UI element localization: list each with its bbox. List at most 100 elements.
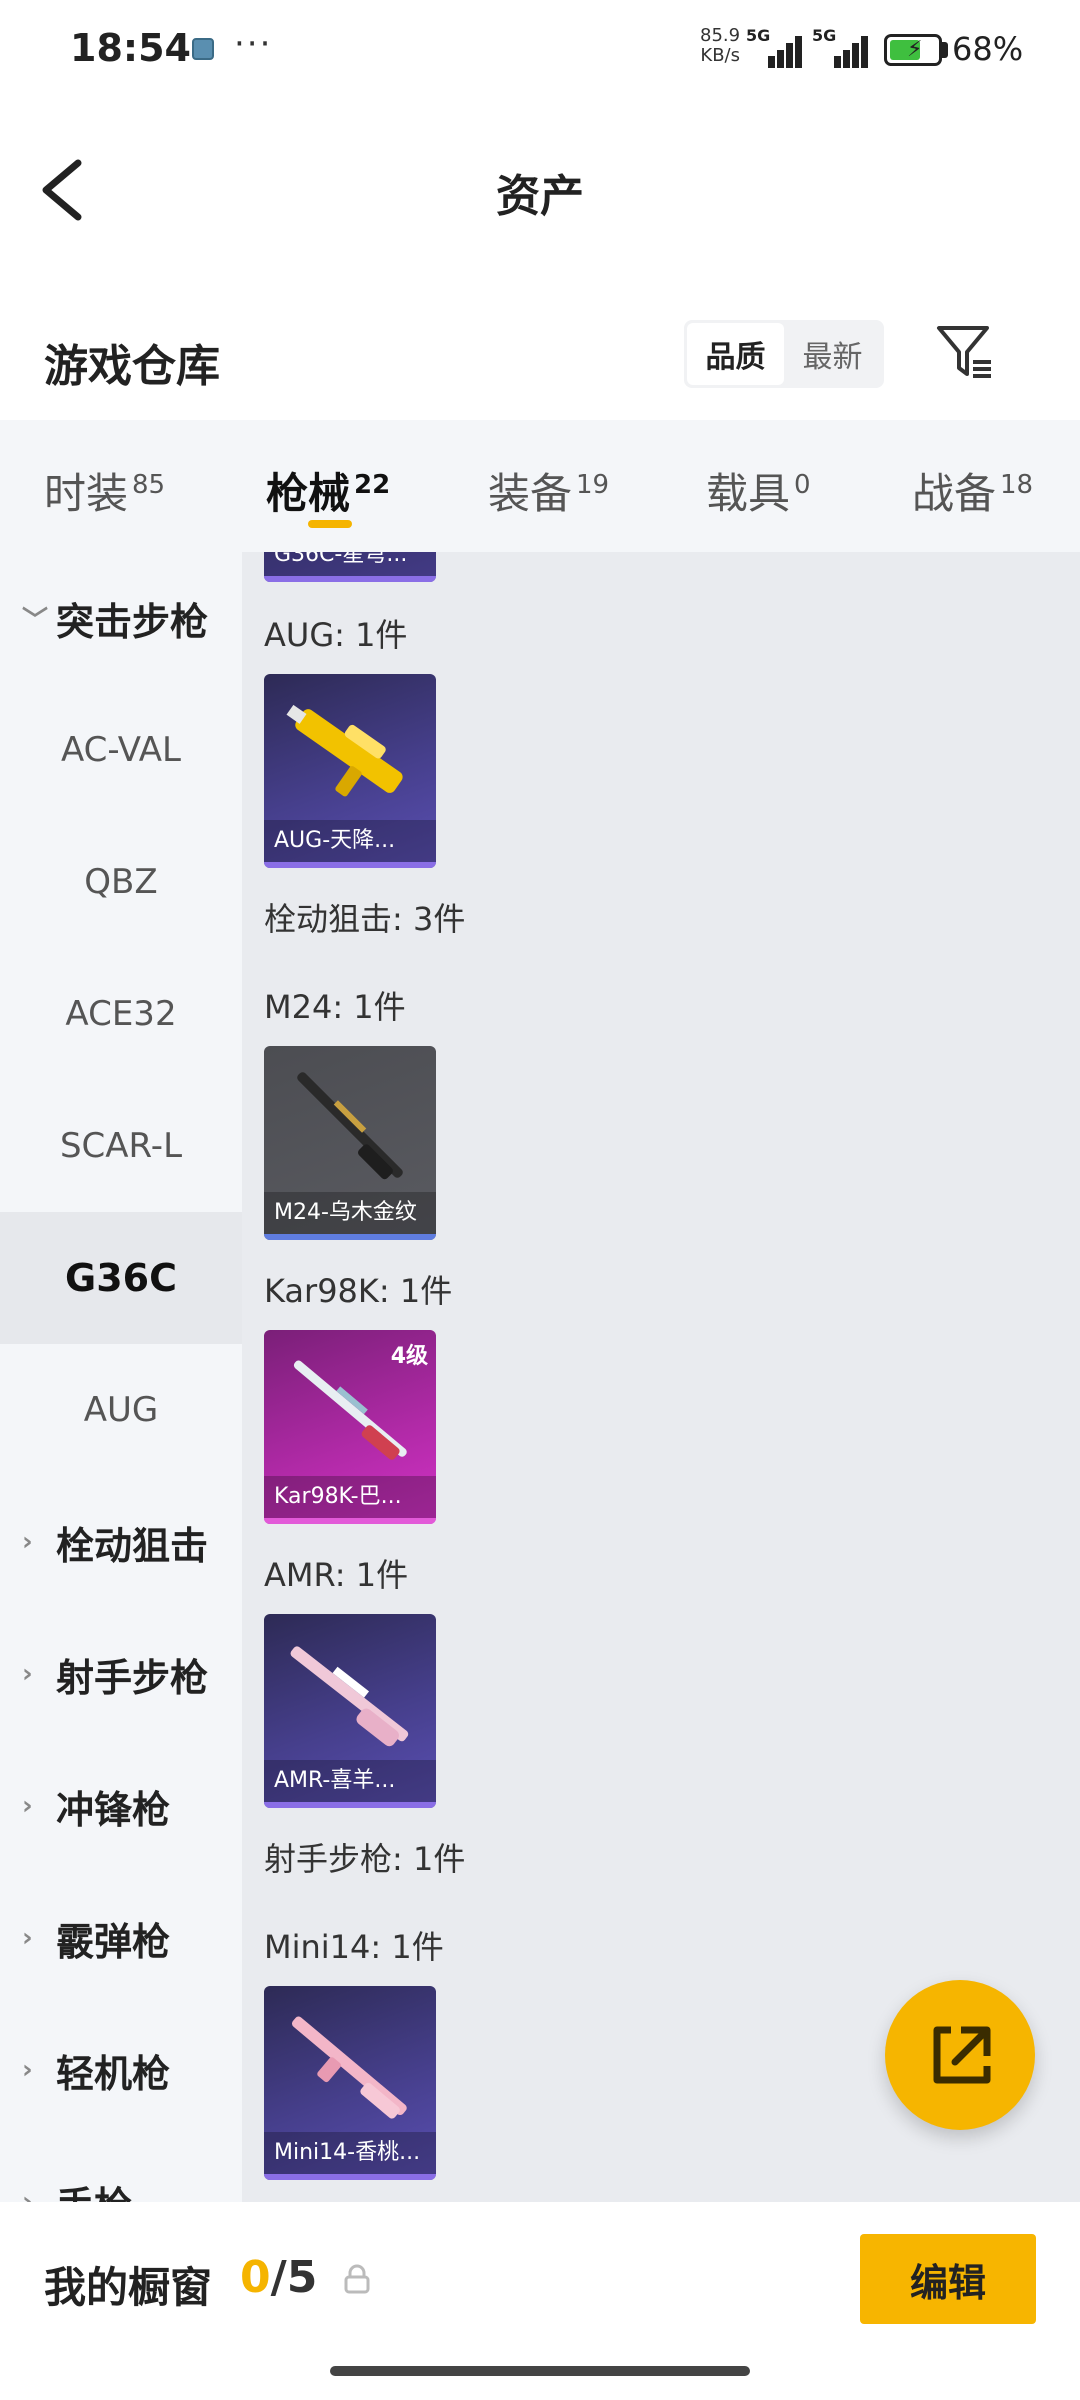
battery-icon: ⚡ bbox=[884, 34, 942, 66]
sidebar-item-label: 栓动狙击 bbox=[56, 1523, 209, 1568]
sidebar-item-label: AUG bbox=[83, 1390, 159, 1430]
filter-button[interactable] bbox=[935, 322, 995, 382]
sort-toggle: 品质 最新 bbox=[684, 320, 884, 388]
network-speed-value: 85.9 bbox=[700, 25, 741, 46]
status-time: 18:54 bbox=[70, 26, 191, 70]
chevron-right-icon: › bbox=[22, 1791, 33, 1821]
tab-equipment[interactable]: 装备 19 bbox=[488, 460, 609, 521]
weapon-card[interactable]: Mini14-香桃... bbox=[264, 1986, 436, 2180]
showcase-label: 我的橱窗 bbox=[44, 2263, 213, 2312]
sniper-rifle-icon bbox=[297, 1072, 403, 1180]
tab-label: 时装 bbox=[44, 469, 129, 518]
weapon-list: G36C-星穹... AUG: 1件 AUG-天降... 栓动狙击: 3件 M2… bbox=[242, 552, 1080, 2202]
sidebar-item-label: SCAR-L bbox=[59, 1126, 183, 1166]
signal-label: 5G bbox=[812, 26, 837, 45]
weapon-card-name: AMR-喜羊... bbox=[264, 1760, 436, 1802]
sidebar-item-bolt-action[interactable]: › 栓动狙击 bbox=[0, 1476, 242, 1608]
sidebar-item-label: 手枪 bbox=[56, 2175, 132, 2203]
sidebar-item-label: 突击步枪 bbox=[56, 599, 209, 644]
weapon-category-sidebar: ﹀ 突击步枪 AC-VAL QBZ ACE32 SCAR-L G36C AUG … bbox=[0, 552, 242, 2202]
level-badge: 4级 bbox=[390, 1344, 428, 1369]
group-label: M24: 1件 bbox=[264, 988, 406, 1026]
home-indicator[interactable] bbox=[330, 2366, 750, 2376]
tab-count: 19 bbox=[576, 470, 610, 500]
sidebar-item-label: 冲锋枪 bbox=[56, 1787, 171, 1832]
weapon-card[interactable]: M24-乌木金纹 bbox=[264, 1046, 436, 1240]
tab-label: 战备 bbox=[912, 469, 997, 518]
group-label: AUG: 1件 bbox=[264, 616, 408, 654]
sidebar-item-assault-rifle[interactable]: ﹀ 突击步枪 bbox=[0, 552, 242, 684]
sort-option-newest[interactable]: 最新 bbox=[784, 323, 881, 385]
group-label: AMR: 1件 bbox=[264, 1556, 409, 1594]
chevron-right-icon: › bbox=[22, 2187, 33, 2202]
battery-percent: 68% bbox=[952, 30, 1024, 68]
rifle-icon bbox=[286, 704, 403, 797]
weapon-card-name: Mini14-香桃... bbox=[264, 2132, 436, 2174]
lock-icon bbox=[344, 2264, 370, 2294]
signal-label: 5G bbox=[746, 26, 771, 45]
warehouse-title: 游戏仓库 bbox=[44, 341, 220, 392]
app-notification-icon bbox=[192, 38, 214, 60]
sidebar-item-label: 射手步枪 bbox=[56, 1655, 209, 1700]
sidebar-item-label: 霰弹枪 bbox=[56, 1919, 171, 1964]
sidebar-item-label: 轻机枪 bbox=[56, 2051, 171, 2096]
more-notifications-icon: ··· bbox=[234, 24, 273, 64]
tab-label: 枪械 bbox=[266, 469, 351, 518]
sidebar-item-pistol[interactable]: › 手枪 bbox=[0, 2136, 242, 2203]
share-external-icon bbox=[933, 2026, 991, 2084]
category-tabs: 时装 85 枪械 22 装备 19 载具 0 战备 18 bbox=[0, 420, 1080, 552]
chevron-right-icon: › bbox=[22, 1527, 33, 1557]
sidebar-item-label: ACE32 bbox=[65, 994, 177, 1034]
group-label: Mini14: 1件 bbox=[264, 1928, 444, 1966]
page-title: 资产 bbox=[496, 171, 584, 222]
tab-label: 载具 bbox=[706, 469, 791, 518]
weapon-card-name: M24-乌木金纹 bbox=[264, 1192, 436, 1234]
sidebar-item-shotgun[interactable]: › 霰弹枪 bbox=[0, 1872, 242, 2004]
sidebar-item-smg[interactable]: › 冲锋枪 bbox=[0, 1740, 242, 1872]
showcase-count: 0/5 bbox=[240, 2252, 317, 2303]
sidebar-item-label: QBZ bbox=[84, 862, 158, 902]
sidebar-item-qbz[interactable]: QBZ bbox=[0, 816, 242, 948]
tab-vehicles[interactable]: 载具 0 bbox=[706, 460, 811, 521]
sidebar-item-label: G36C bbox=[65, 1256, 177, 1300]
showcase-current: 0 bbox=[240, 2252, 271, 2303]
sort-option-quality[interactable]: 品质 bbox=[687, 323, 784, 385]
tab-count: 0 bbox=[794, 470, 811, 500]
showcase-total: /5 bbox=[270, 2252, 318, 2303]
rifle-icon bbox=[291, 2016, 407, 2119]
group-label: 栓动狙击: 3件 bbox=[264, 900, 466, 938]
sidebar-item-label: AC-VAL bbox=[61, 730, 181, 770]
weapon-card[interactable]: 4级 Kar98K-巴... bbox=[264, 1330, 436, 1524]
weapon-card[interactable]: AUG-天降... bbox=[264, 674, 436, 868]
tab-supplies[interactable]: 战备 18 bbox=[912, 460, 1033, 521]
sidebar-item-scar-l[interactable]: SCAR-L bbox=[0, 1080, 242, 1212]
tab-count: 22 bbox=[354, 470, 391, 500]
filter-icon bbox=[937, 326, 991, 378]
tab-count: 18 bbox=[1000, 470, 1034, 500]
tab-count: 85 bbox=[132, 470, 166, 500]
edit-button[interactable]: 编辑 bbox=[860, 2234, 1036, 2324]
tab-label: 装备 bbox=[488, 469, 573, 518]
active-tab-indicator bbox=[308, 520, 352, 528]
chevron-right-icon: › bbox=[22, 1659, 33, 1689]
tab-fashion[interactable]: 时装 85 bbox=[44, 460, 165, 521]
network-speed: 85.9 KB/s bbox=[700, 26, 740, 66]
sidebar-item-marksman[interactable]: › 射手步枪 bbox=[0, 1608, 242, 1740]
sidebar-item-aug[interactable]: AUG bbox=[0, 1344, 242, 1476]
weapon-card[interactable]: AMR-喜羊... bbox=[264, 1614, 436, 1808]
share-button[interactable] bbox=[885, 1980, 1035, 2130]
chevron-right-icon: › bbox=[22, 2055, 33, 2085]
sidebar-item-g36c[interactable]: G36C bbox=[0, 1212, 242, 1344]
weapon-card-name: AUG-天降... bbox=[264, 820, 436, 862]
weapon-card[interactable]: G36C-星穹... bbox=[264, 552, 436, 582]
chevron-right-icon: › bbox=[22, 1923, 33, 1953]
group-label: 射手步枪: 1件 bbox=[264, 1840, 466, 1878]
sidebar-item-lmg[interactable]: › 轻机枪 bbox=[0, 2004, 242, 2136]
tab-firearms[interactable]: 枪械 22 bbox=[266, 460, 390, 521]
status-bar: 18:54 ··· 85.9 KB/s 5G 5G ⚡ 68% bbox=[0, 0, 1080, 100]
sidebar-item-ac-val[interactable]: AC-VAL bbox=[0, 684, 242, 816]
sidebar-item-ace32[interactable]: ACE32 bbox=[0, 948, 242, 1080]
weapon-card-name: G36C-星穹... bbox=[264, 552, 436, 576]
signal-icon: 5G bbox=[746, 26, 802, 68]
chevron-down-icon: ﹀ bbox=[22, 605, 49, 636]
